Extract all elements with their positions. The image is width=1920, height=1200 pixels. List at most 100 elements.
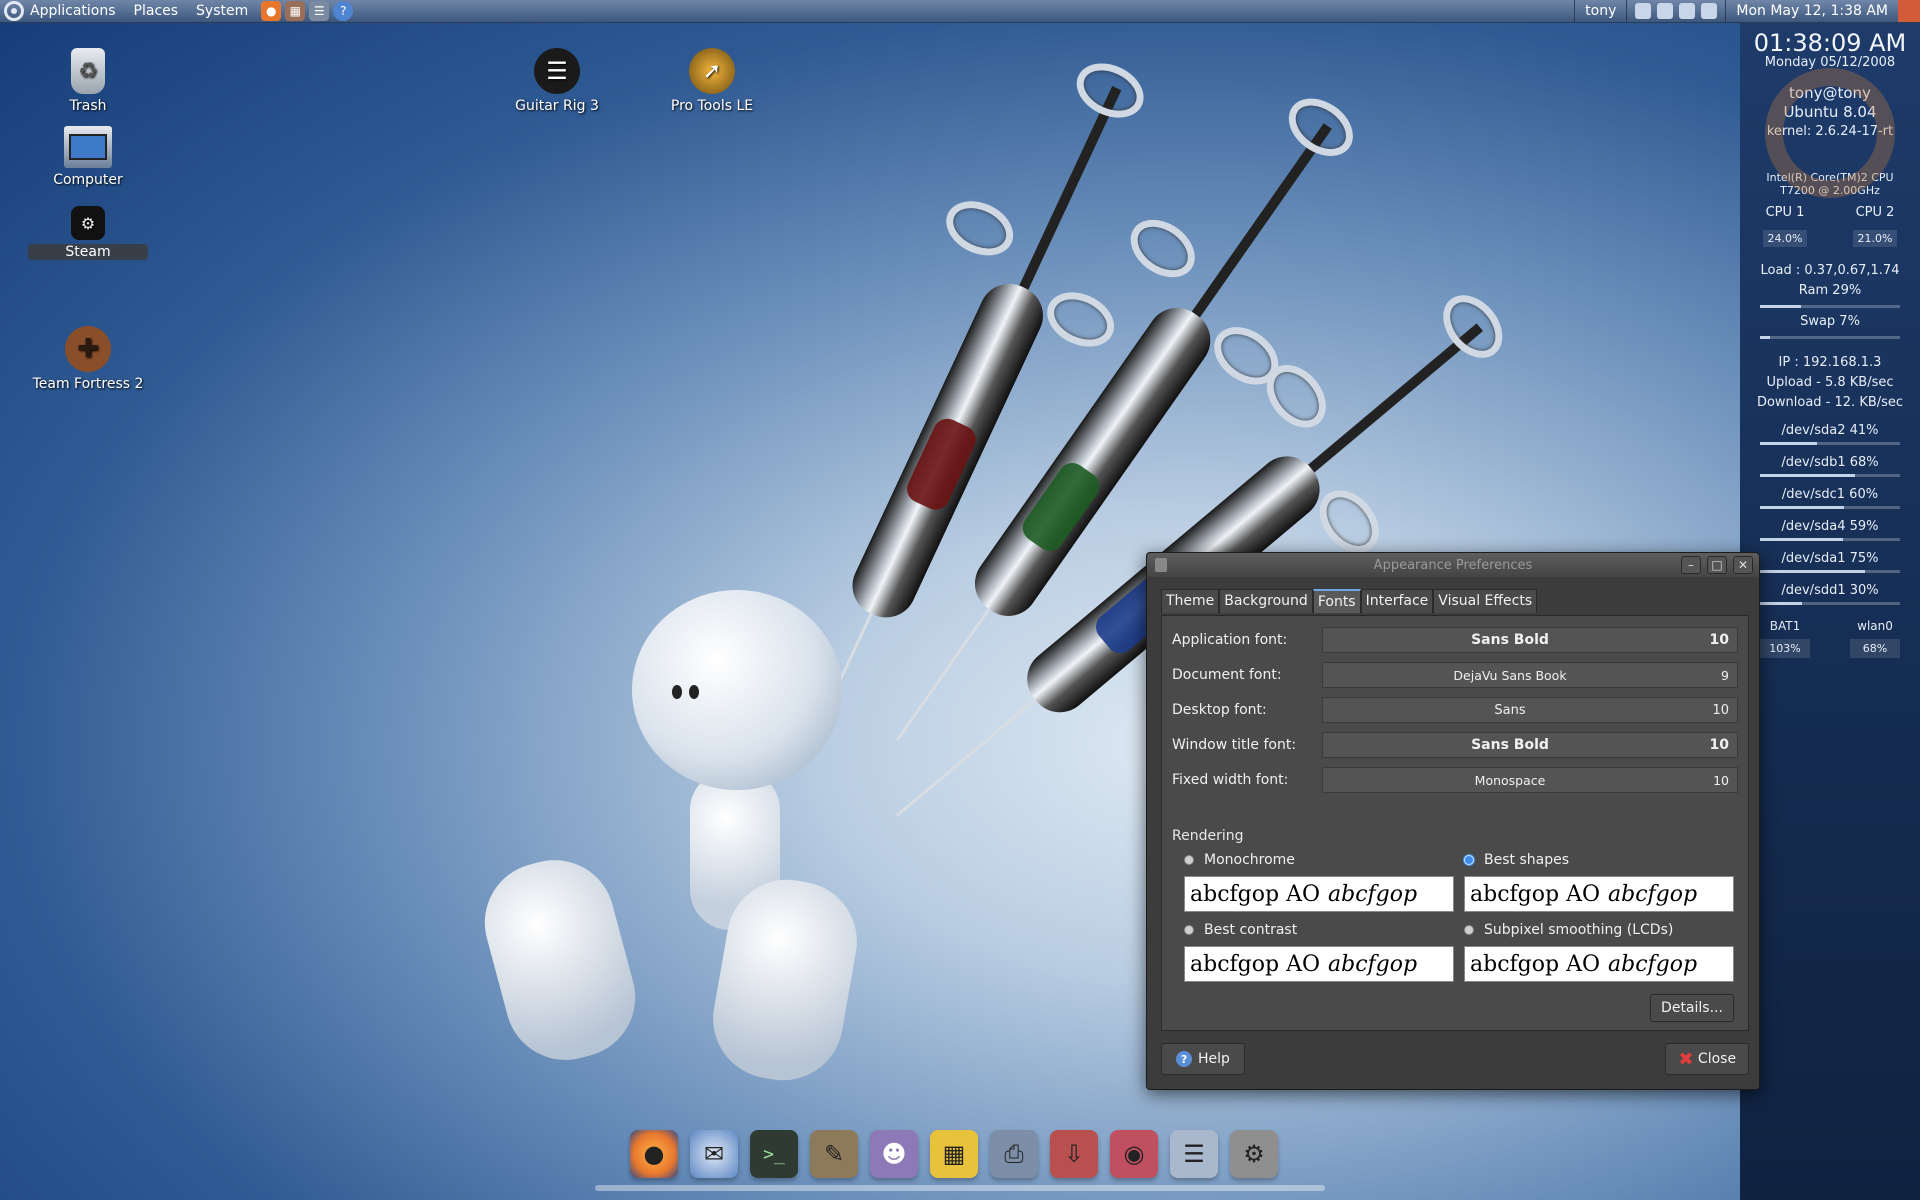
- conky-bat-value: 103%: [1760, 639, 1810, 658]
- scanner-icon[interactable]: ⎙: [990, 1130, 1038, 1178]
- fixed-width-font-button[interactable]: Monospace 10: [1322, 767, 1738, 793]
- desktop-icon-trash[interactable]: ♻ Trash: [28, 48, 148, 114]
- places-menu[interactable]: Places: [125, 0, 188, 22]
- document-font-label: Document font:: [1172, 667, 1282, 683]
- conky-disk-label: /dev/sda1 75%: [1781, 551, 1879, 566]
- radio-icon: [1464, 925, 1474, 935]
- user-menu[interactable]: tony: [1574, 0, 1628, 22]
- tab-fonts[interactable]: Fonts: [1312, 589, 1361, 613]
- dialog-titlebar[interactable]: Appearance Preferences – □ ✕: [1147, 553, 1759, 577]
- computer-icon: [64, 126, 112, 168]
- subpixel-smoothing-sample[interactable]: abcfgop AO abcfgop: [1464, 946, 1734, 982]
- figure-head-art: [632, 590, 842, 790]
- terminal-icon[interactable]: >_: [750, 1130, 798, 1178]
- update-icon[interactable]: [1635, 3, 1652, 19]
- close-window-button[interactable]: ✕: [1733, 556, 1753, 574]
- tab-background[interactable]: Background: [1219, 589, 1313, 613]
- appearance-preferences-dialog: Appearance Preferences – □ ✕ Theme Backg…: [1146, 552, 1760, 1090]
- panel-clock[interactable]: Mon May 12, 1:38 AM: [1725, 0, 1898, 22]
- conky-disk-label: /dev/sdd1 30%: [1781, 583, 1879, 598]
- figure-left-foot-art: [471, 846, 649, 1074]
- desktop-icon-pro-tools-le[interactable]: ➚ Pro Tools LE: [652, 48, 772, 114]
- minimize-button[interactable]: –: [1681, 556, 1701, 574]
- desktop-icon-computer[interactable]: Computer: [28, 126, 148, 188]
- tab-visual-effects[interactable]: Visual Effects: [1433, 589, 1538, 613]
- subpixel-smoothing-radio[interactable]: Subpixel smoothing (LCDs): [1464, 922, 1673, 938]
- close-icon: ✖: [1678, 1048, 1694, 1070]
- best-contrast-radio[interactable]: Best contrast: [1184, 922, 1297, 938]
- conky-disk-label: /dev/sda2 41%: [1781, 423, 1879, 438]
- help-icon[interactable]: ?: [333, 1, 354, 21]
- ubuntu-logo-icon: [4, 1, 24, 21]
- conky-cpu2-label: CPU 2: [1855, 205, 1895, 220]
- installer-icon[interactable]: ⇩: [1050, 1130, 1098, 1178]
- conky-load: Load : 0.37,0.67,1.74: [1760, 263, 1900, 278]
- logout-icon[interactable]: [1898, 0, 1920, 22]
- dock: ● ✉ >_ ✎ ☻ ▦ ⎙ ⇩ ◉ ☰ ⚙: [630, 1130, 1278, 1190]
- fonts-panel: Application font: Sans Bold 10 Document …: [1161, 615, 1749, 1031]
- pro-tools-icon: ➚: [689, 48, 735, 94]
- conky-cpu1-value: 24.0%: [1763, 230, 1807, 247]
- conky-upload: Upload - 5.8 KB/sec: [1766, 375, 1894, 390]
- document-font-button[interactable]: DejaVu Sans Book 9: [1322, 662, 1738, 688]
- steam-icon: ⚙: [71, 206, 105, 240]
- network-icon[interactable]: ☰: [309, 1, 330, 21]
- conky-ram-bar: [1760, 305, 1900, 308]
- tab-theme[interactable]: Theme: [1161, 589, 1220, 613]
- conky-cpu2-value: 21.0%: [1853, 230, 1897, 247]
- monochrome-radio[interactable]: Monochrome: [1184, 852, 1295, 868]
- thunderbird-icon[interactable]: ✉: [690, 1130, 738, 1178]
- firefox-icon[interactable]: ●: [261, 1, 282, 21]
- conky-disks: /dev/sda2 41% /dev/sdb1 68% /dev/sdc1 60…: [1740, 423, 1920, 605]
- desktop-font-label: Desktop font:: [1172, 702, 1267, 718]
- window-title-font-button[interactable]: Sans Bold 10: [1322, 732, 1738, 758]
- monochrome-sample[interactable]: abcfgop AO abcfgop: [1184, 876, 1454, 912]
- best-shapes-sample[interactable]: abcfgop AO abcfgop: [1464, 876, 1734, 912]
- gimp-icon[interactable]: ✎: [810, 1130, 858, 1178]
- help-icon: ?: [1176, 1051, 1193, 1067]
- radio-selected-icon: [1464, 855, 1474, 865]
- conky-wlan-value: 68%: [1850, 639, 1900, 658]
- radio-icon: [1184, 855, 1194, 865]
- rendering-title: Rendering: [1172, 828, 1244, 844]
- system-menu[interactable]: System: [187, 0, 257, 22]
- dialog-tabs: Theme Background Fonts Interface Visual …: [1161, 589, 1538, 613]
- maximize-button[interactable]: □: [1707, 556, 1727, 574]
- conky-disk-label: /dev/sdc1 60%: [1781, 487, 1879, 502]
- pidgin-icon[interactable]: ☻: [870, 1130, 918, 1178]
- conky-system-monitor: 01:38:09 AM Monday 05/12/2008 tony@tony …: [1740, 23, 1920, 1200]
- desktop-icon-steam[interactable]: ⚙ Steam: [28, 206, 148, 260]
- application-font-button[interactable]: Sans Bold 10: [1322, 627, 1738, 653]
- applications-menu[interactable]: Applications: [0, 0, 125, 22]
- system-tools-icon[interactable]: ⚙: [1230, 1130, 1278, 1178]
- radio-icon: [1184, 925, 1194, 935]
- archive-icon[interactable]: ▦: [930, 1130, 978, 1178]
- desktop-icon-team-fortress-2[interactable]: ✚ Team Fortress 2: [28, 326, 148, 392]
- conky-bat-label: BAT1: [1769, 619, 1801, 633]
- firefox-icon[interactable]: ●: [630, 1130, 678, 1178]
- application-font-label: Application font:: [1172, 632, 1288, 648]
- fixed-width-font-label: Fixed width font:: [1172, 772, 1289, 788]
- mail-icon[interactable]: [1657, 3, 1674, 19]
- conky-wlan-label: wlan0: [1857, 619, 1893, 633]
- best-shapes-radio[interactable]: Best shapes: [1464, 852, 1569, 868]
- tab-interface[interactable]: Interface: [1360, 589, 1434, 613]
- desktop-icon-guitar-rig-3[interactable]: ☰ Guitar Rig 3: [497, 48, 617, 114]
- ubuntu-logo-icon: [1765, 68, 1895, 198]
- conky-ram: Ram 29%: [1798, 283, 1862, 298]
- conky-ip: IP : 192.168.1.3: [1778, 355, 1882, 370]
- details-button[interactable]: Details...: [1650, 994, 1734, 1022]
- mixer-icon[interactable]: ☰: [1170, 1130, 1218, 1178]
- conky-swap-bar: [1760, 336, 1900, 339]
- applications-menu-label: Applications: [30, 3, 116, 19]
- desktop-font-button[interactable]: Sans 10: [1322, 697, 1738, 723]
- signal-icon[interactable]: [1679, 3, 1696, 19]
- close-button[interactable]: ✖ Close: [1665, 1043, 1749, 1075]
- system-tray: [1627, 3, 1725, 19]
- best-contrast-sample[interactable]: abcfgop AO abcfgop: [1184, 946, 1454, 982]
- conky-download: Download - 12. KB/sec: [1756, 395, 1904, 410]
- mixer-icon[interactable]: ▦: [285, 1, 306, 21]
- volume-icon[interactable]: [1701, 3, 1718, 19]
- help-button[interactable]: ? Help: [1161, 1043, 1245, 1075]
- disc-burner-icon[interactable]: ◉: [1110, 1130, 1158, 1178]
